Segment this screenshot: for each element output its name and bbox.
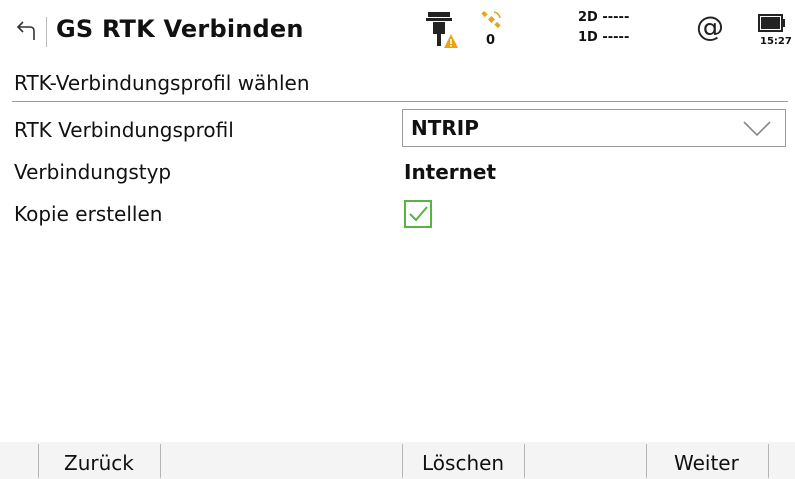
profile-select-value: NTRIP (411, 116, 479, 140)
back-arrow-icon[interactable] (16, 18, 38, 42)
softkey-separator (160, 444, 161, 478)
chevron-down-icon (743, 121, 771, 137)
quality-2d: 2D ----- (578, 10, 630, 25)
battery-icon[interactable] (758, 14, 786, 32)
softkey-separator (524, 444, 525, 478)
profile-select[interactable]: NTRIP (402, 109, 786, 147)
satellite-count: 0 (486, 33, 496, 48)
title-bar: GS RTK Verbinden 0 2D ----- 1D ----- @ 1… (0, 0, 795, 64)
satellite-icon[interactable] (480, 10, 502, 30)
softkey-separator (646, 444, 647, 478)
profile-label: RTK Verbindungsprofil (14, 118, 234, 142)
connection-type-value: Internet (404, 160, 497, 184)
clock: 15:27 (760, 36, 792, 47)
softkey-separator (38, 444, 39, 478)
checkmark-icon (409, 206, 428, 222)
back-button[interactable]: Zurück (64, 451, 134, 475)
quality-1d: 1D ----- (578, 30, 630, 45)
next-button[interactable]: Weiter (674, 451, 739, 475)
delete-button[interactable]: Löschen (422, 451, 504, 475)
internet-at-icon[interactable]: @ (696, 10, 724, 43)
copy-checkbox[interactable] (404, 200, 432, 228)
title-separator (46, 17, 47, 47)
page-title: GS RTK Verbinden (56, 15, 304, 43)
softkey-separator (402, 444, 403, 478)
section-title: RTK-Verbindungsprofil wählen (14, 71, 310, 95)
section-divider (12, 101, 788, 102)
connection-type-label: Verbindungstyp (14, 160, 172, 184)
softkey-separator (768, 444, 769, 478)
copy-label: Kopie erstellen (14, 202, 163, 226)
rover-warning-icon[interactable] (424, 10, 460, 50)
